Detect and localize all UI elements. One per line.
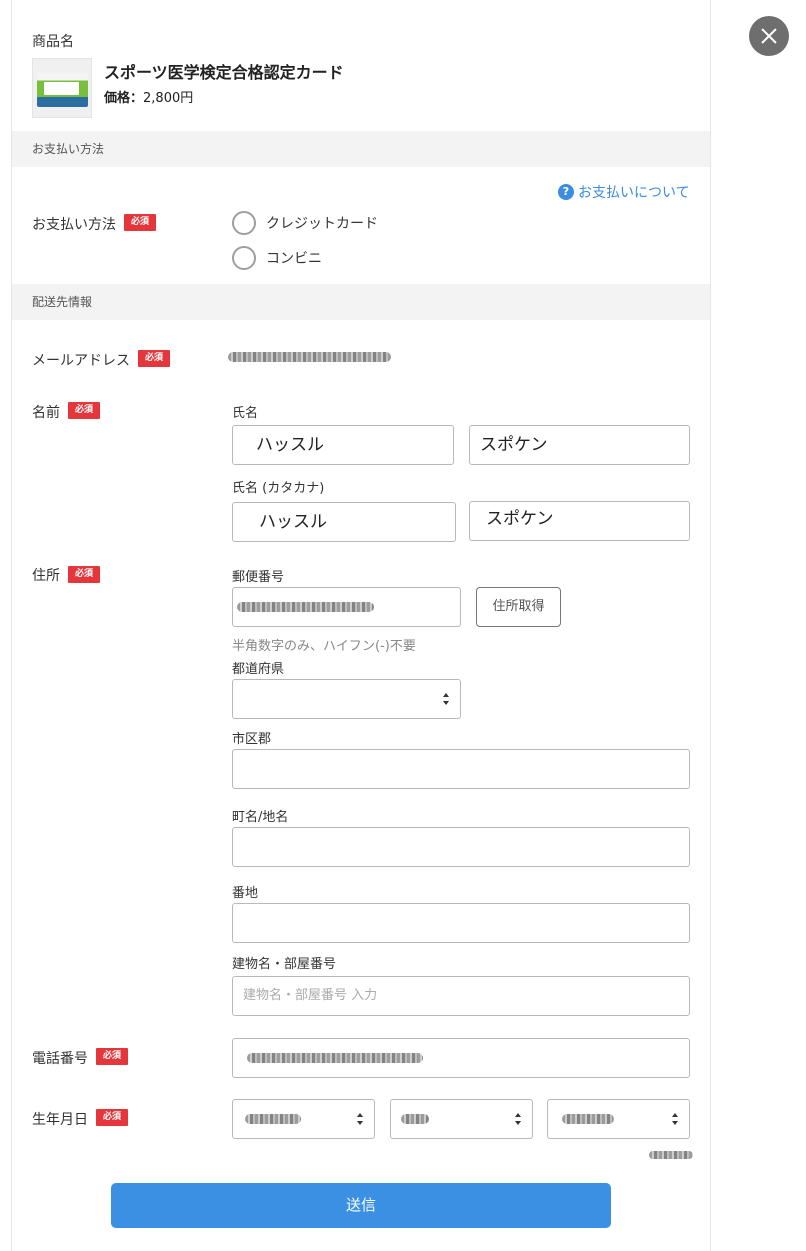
postal-code-label: 郵便番号 <box>232 570 285 585</box>
required-badge: 必須 <box>124 214 156 231</box>
chevron-updown-icon <box>443 692 451 708</box>
postal-code-input[interactable] <box>232 587 461 627</box>
building-input[interactable]: 建物名・部屋番号 入力 <box>232 976 690 1016</box>
birth-day-select[interactable] <box>547 1099 690 1139</box>
name-label: 名前 <box>32 405 60 421</box>
radio-convenience-store-label[interactable]: コンビニ <box>266 248 322 268</box>
phone-value-redacted <box>247 1053 423 1063</box>
phone-label: 電話番号 <box>32 1051 88 1067</box>
address-label: 住所 <box>32 568 60 584</box>
last-name-input[interactable]: ハッスル <box>232 425 454 465</box>
prefecture-select[interactable] <box>232 679 461 719</box>
close-icon[interactable] <box>749 16 789 56</box>
full-name-label: 氏名 <box>232 406 259 421</box>
birth-month-redacted <box>401 1114 429 1124</box>
submit-button[interactable]: 送信 <box>111 1183 611 1228</box>
required-badge: 必須 <box>68 402 100 419</box>
postal-code-hint: 半角数字のみ、ハイフン(-)不要 <box>232 639 416 654</box>
birthday-label: 生年月日 <box>32 1112 88 1128</box>
phone-input[interactable] <box>232 1038 690 1078</box>
city-input[interactable] <box>232 749 690 789</box>
town-input[interactable] <box>232 827 690 867</box>
help-icon[interactable]: ? <box>558 184 574 200</box>
email-label: メールアドレス <box>32 353 130 369</box>
payment-section-header: お支払い方法 <box>12 131 710 167</box>
card-image <box>37 73 88 107</box>
product-thumbnail <box>32 58 92 118</box>
street-input[interactable] <box>232 903 690 943</box>
radio-convenience-store[interactable] <box>232 246 256 270</box>
email-value-redacted <box>228 352 391 362</box>
age-value-redacted <box>649 1151 693 1159</box>
first-name-kana-input[interactable]: スポケン <box>469 501 690 541</box>
postal-code-value-redacted <box>237 602 374 612</box>
chevron-updown-icon <box>515 1112 523 1128</box>
address-lookup-button[interactable]: 住所取得 <box>476 587 561 627</box>
radio-credit-card[interactable] <box>232 211 256 235</box>
chevron-updown-icon <box>357 1112 365 1128</box>
price-value: 2,800円 <box>143 91 194 106</box>
product-price: 価格：2,800円 <box>104 87 193 106</box>
building-label: 建物名・部屋番号 <box>232 957 337 972</box>
product-heading: 商品名 <box>32 34 74 50</box>
order-form-panel: 商品名 スポーツ医学検定合格認定カード 価格：2,800円 お支払い方法 ? お… <box>11 0 711 1251</box>
kana-name-label: 氏名 (カタカナ) <box>232 481 325 496</box>
payment-help-link[interactable]: お支払いについて <box>578 182 690 202</box>
required-badge: 必須 <box>96 1109 128 1126</box>
required-badge: 必須 <box>96 1048 128 1065</box>
birth-year-redacted <box>245 1114 301 1124</box>
birth-day-redacted <box>562 1114 614 1124</box>
town-label: 町名/地名 <box>232 810 289 825</box>
radio-credit-card-label[interactable]: クレジットカード <box>266 213 378 233</box>
price-label: 価格： <box>104 91 144 106</box>
birth-month-select[interactable] <box>390 1099 533 1139</box>
required-badge: 必須 <box>68 566 100 583</box>
last-name-kana-input[interactable]: ハッスル <box>232 502 456 542</box>
first-name-input[interactable]: スポケン <box>469 425 690 465</box>
prefecture-label: 都道府県 <box>232 662 285 677</box>
product-name: スポーツ医学検定合格認定カード <box>104 63 344 82</box>
required-badge: 必須 <box>138 350 170 367</box>
birth-year-select[interactable] <box>232 1099 375 1139</box>
street-label: 番地 <box>232 886 259 901</box>
payment-method-label: お支払い方法 <box>32 217 116 233</box>
shipping-section-header: 配送先情報 <box>12 284 710 320</box>
city-label: 市区郡 <box>232 732 272 747</box>
chevron-updown-icon <box>672 1112 680 1128</box>
